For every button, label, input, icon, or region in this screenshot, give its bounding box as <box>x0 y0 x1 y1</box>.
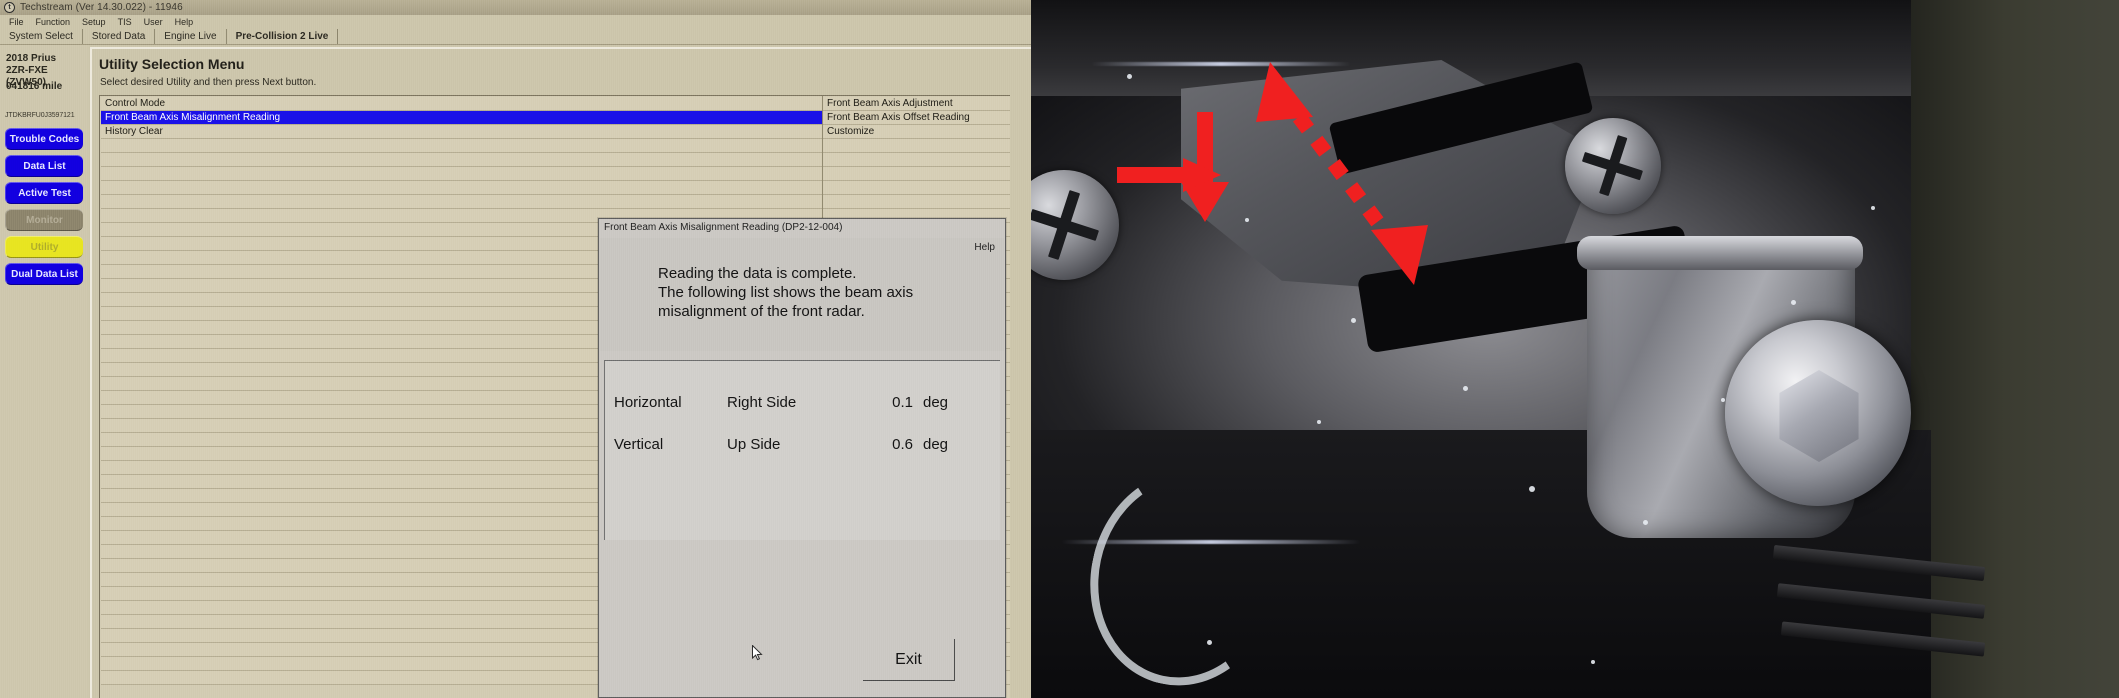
tab-stored-data[interactable]: Stored Data <box>83 29 156 44</box>
sidebar-button-active-test[interactable]: Active Test <box>5 182 83 204</box>
menu-item-tis[interactable]: TIS <box>112 17 138 27</box>
list-item-control-mode[interactable]: Control Mode <box>101 97 822 111</box>
menu-item-function[interactable]: Function <box>30 17 77 27</box>
window-titlebar: t Techstream (Ver 14.30.022) - 11946 <box>0 0 1031 15</box>
list-item-empty <box>823 139 1010 153</box>
mouse-pointer-icon <box>752 645 763 661</box>
list-item-empty <box>101 195 822 209</box>
misalignment-reading-dialog: Front Beam Axis Misalignment Reading (DP… <box>598 218 1006 698</box>
list-item-empty <box>101 167 822 181</box>
tab-strip-divider <box>0 44 1031 45</box>
page-title: Utility Selection Menu <box>99 56 245 72</box>
result-row-horizontal: Horizontal Right Side 0.1 deg <box>605 385 1001 419</box>
menu-item-user[interactable]: User <box>138 17 169 27</box>
vehicle-name-line1: 2018 Prius <box>6 53 57 64</box>
dialog-footer: Exit <box>600 541 1004 697</box>
sidebar-button-dual-data-list[interactable]: Dual Data List <box>5 263 83 285</box>
sidebar-button-monitor: Monitor <box>5 209 83 231</box>
list-item-empty <box>823 153 1010 167</box>
result-row-vertical: Vertical Up Side 0.6 deg <box>605 427 1001 461</box>
dialog-title: Front Beam Axis Misalignment Reading (DP… <box>604 222 843 233</box>
sidebar-button-data-list[interactable]: Data List <box>5 155 83 177</box>
screenshot-root: t Techstream (Ver 14.30.022) - 11946 Fil… <box>0 0 2119 698</box>
result-value: 0.1 <box>892 393 913 411</box>
list-item-history-clear[interactable]: History Clear <box>101 125 822 139</box>
dialog-message-area: Help Reading the data is complete. The f… <box>600 238 1004 351</box>
list-item-empty <box>823 195 1010 209</box>
misalignment-results-table: Horizontal Right Side 0.1 deg Vertical U… <box>604 360 1000 540</box>
list-item-empty <box>823 167 1010 181</box>
sidebar-button-group: Trouble Codes Data List Active Test Moni… <box>5 128 83 290</box>
list-item-front-beam-axis-misalignment-reading[interactable]: Front Beam Axis Misalignment Reading <box>101 111 822 125</box>
menu-item-setup[interactable]: Setup <box>76 17 112 27</box>
result-side-label: Right Side <box>727 393 797 411</box>
exit-button[interactable]: Exit <box>863 639 955 681</box>
result-unit: deg <box>923 435 949 453</box>
dialog-message-line-1: Reading the data is complete. <box>658 265 857 282</box>
sidebar-button-utility: Utility <box>5 236 83 258</box>
sidebar-button-trouble-codes[interactable]: Trouble Codes <box>5 128 83 150</box>
list-item-empty <box>101 139 822 153</box>
result-side-label: Up Side <box>727 435 781 453</box>
result-value: 0.6 <box>892 435 913 453</box>
list-item-front-beam-axis-adjustment[interactable]: Front Beam Axis Adjustment <box>823 97 1010 111</box>
result-axis-label: Horizontal <box>614 393 682 411</box>
menu-item-file[interactable]: File <box>3 17 30 27</box>
window-title: Techstream (Ver 14.30.022) - 11946 <box>20 2 183 13</box>
page-instruction: Select desired Utility and then press Ne… <box>100 77 317 88</box>
dialog-message-line-2: The following list shows the beam axis <box>658 284 914 301</box>
list-item-empty <box>101 181 822 195</box>
tab-engine-live[interactable]: Engine Live <box>155 29 227 44</box>
tab-strip: System Select Stored Data Engine Live Pr… <box>0 29 1031 44</box>
menu-bar: File Function Setup TIS User Help <box>0 15 1031 29</box>
result-unit: deg <box>923 393 949 411</box>
result-axis-label: Vertical <box>614 435 664 453</box>
list-item-front-beam-axis-offset-reading[interactable]: Front Beam Axis Offset Reading <box>823 111 1010 125</box>
annotation-arrows <box>1117 62 1428 285</box>
list-item-empty <box>823 181 1010 195</box>
dialog-message: Reading the data is complete. The follow… <box>658 264 988 321</box>
vehicle-sidebar: 2018 Prius 2ZR-FXE (ZVW50) 041816 mile J… <box>0 45 88 698</box>
tab-system-select[interactable]: System Select <box>0 29 83 44</box>
dashed-double-arrow <box>1256 62 1428 285</box>
list-item-empty <box>101 153 822 167</box>
vin-number: JTDKBRFU0J3597121 <box>5 112 75 119</box>
techstream-window: t Techstream (Ver 14.30.022) - 11946 Fil… <box>0 0 1031 698</box>
list-item-customize[interactable]: Customize <box>823 125 1010 139</box>
radar-bracket-photo <box>1031 0 2119 698</box>
dialog-message-line-3: misalignment of the front radar. <box>658 303 865 320</box>
techstream-logo-icon: t <box>4 2 15 13</box>
dialog-help-link[interactable]: Help <box>974 242 995 253</box>
tab-pre-collision-2-live[interactable]: Pre-Collision 2 Live <box>227 29 339 44</box>
menu-item-help[interactable]: Help <box>169 17 200 27</box>
odometer-reading: 041816 mile <box>6 81 63 92</box>
